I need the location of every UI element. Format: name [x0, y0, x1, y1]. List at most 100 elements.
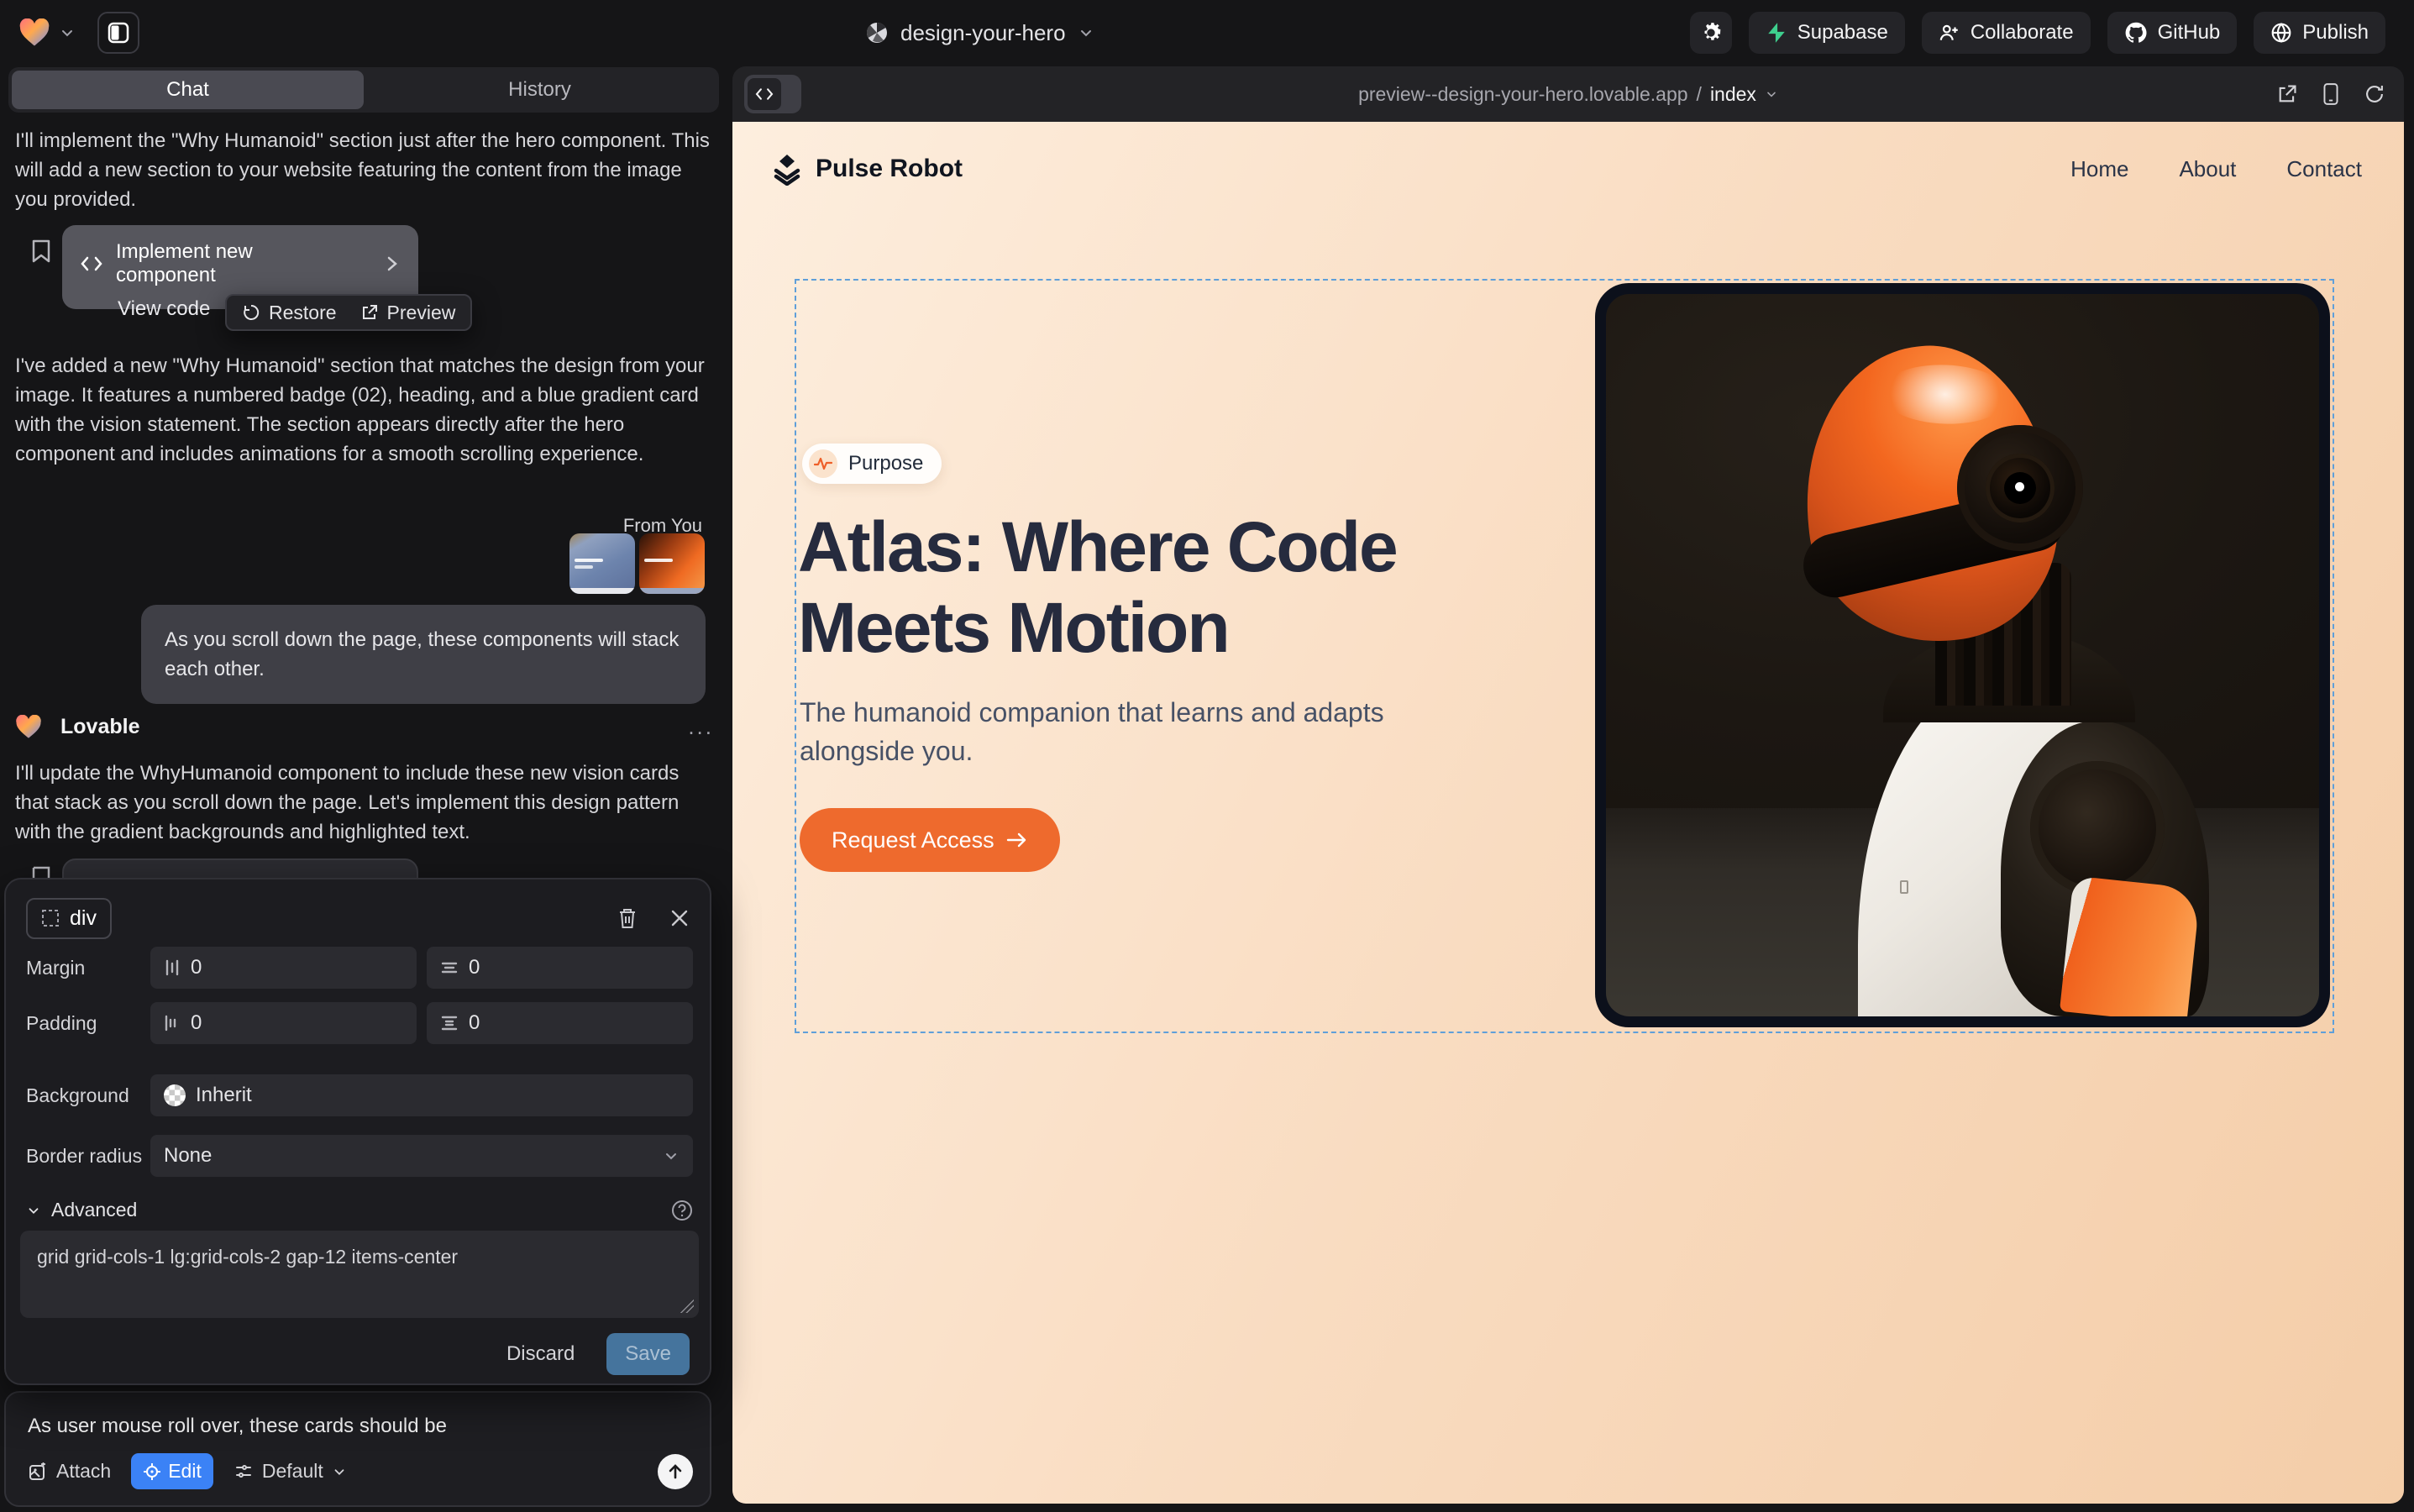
chevron-down-icon [332, 1464, 347, 1479]
sliders-icon [234, 1462, 254, 1482]
margin-horizontal-icon [164, 958, 181, 977]
collaborate-button[interactable]: Collaborate [1922, 12, 2091, 54]
save-button[interactable]: Save [606, 1333, 690, 1375]
selected-element-chip[interactable]: div [26, 898, 112, 939]
sidebar-toggle-button[interactable] [97, 12, 139, 54]
site-nav: Home About Contact [2070, 156, 2362, 182]
logo-chevron-down-icon[interactable] [59, 24, 76, 41]
preview-panel: preview--design-your-hero.lovable.app / … [732, 66, 2404, 1504]
nav-contact[interactable]: Contact [2286, 156, 2362, 182]
padding-vertical-icon [440, 1015, 459, 1032]
padding-horizontal-icon [164, 1014, 181, 1032]
chat-history-tabs: Chat History [8, 67, 719, 113]
pulse-icon [814, 456, 832, 471]
project-switcher[interactable]: design-your-hero [865, 0, 1094, 66]
tab-history[interactable]: History [364, 71, 716, 109]
user-message-bubble: As you scroll down the page, these compo… [141, 605, 706, 704]
hero-subtitle: The humanoid companion that learns and a… [800, 693, 1384, 770]
preview-url[interactable]: preview--design-your-hero.lovable.app / … [732, 66, 2404, 122]
refresh-icon[interactable] [2364, 83, 2385, 105]
help-icon[interactable] [671, 1200, 693, 1221]
border-radius-select[interactable]: None [150, 1135, 693, 1177]
resize-handle[interactable] [680, 1299, 694, 1313]
transparency-swatch-icon [164, 1084, 186, 1106]
discard-button[interactable]: Discard [506, 1342, 575, 1366]
publish-button[interactable]: Publish [2254, 12, 2385, 54]
lovable-heart-icon [15, 715, 42, 739]
edit-mode-button[interactable]: Edit [131, 1453, 213, 1489]
close-inspector-button[interactable] [669, 908, 690, 928]
layers-icon [770, 152, 804, 186]
tab-chat[interactable]: Chat [12, 71, 364, 109]
border-radius-label: Border radius [26, 1145, 150, 1168]
code-icon [81, 255, 102, 273]
hero-robot-image [1595, 283, 2330, 1027]
attachment-thumbnail-orange[interactable] [639, 533, 705, 594]
assistant-name: Lovable [60, 715, 139, 739]
chat-composer[interactable]: As user mouse roll over, these cards sho… [4, 1391, 711, 1507]
request-access-button[interactable]: Request Access [800, 808, 1060, 872]
margin-label: Margin [26, 957, 150, 979]
preview-toolbar: preview--design-your-hero.lovable.app / … [732, 66, 2404, 122]
padding-x-input[interactable]: 0 [150, 1002, 417, 1044]
background-input[interactable]: Inherit [150, 1074, 693, 1116]
attach-image-icon [28, 1462, 48, 1482]
nav-about[interactable]: About [2179, 156, 2236, 182]
preview-host: preview--design-your-hero.lovable.app [1358, 83, 1687, 106]
app-topbar: design-your-hero Supabase Collaborate Gi… [0, 0, 2414, 66]
advanced-collapse-chevron-icon[interactable] [26, 1203, 41, 1218]
github-button[interactable]: GitHub [2107, 12, 2238, 54]
delete-element-button[interactable] [617, 907, 638, 930]
collaborate-icon [1939, 22, 1960, 44]
nav-home[interactable]: Home [2070, 156, 2128, 182]
margin-vertical-icon [440, 959, 459, 976]
send-button[interactable] [658, 1454, 693, 1489]
settings-button[interactable] [1690, 12, 1732, 54]
model-mode-select[interactable]: Default [234, 1460, 347, 1483]
element-inspector-panel: div Margin 0 0 [4, 878, 711, 1385]
advanced-classes-textarea[interactable]: grid grid-cols-1 lg:grid-cols-2 gap-12 i… [20, 1231, 699, 1318]
hero-heading: Atlas: Where Code Meets Motion [798, 507, 1397, 668]
external-link-icon [360, 303, 379, 322]
chevron-down-icon [663, 1147, 680, 1164]
github-icon [2124, 21, 2148, 45]
padding-label: Padding [26, 1012, 150, 1035]
target-icon [143, 1462, 161, 1481]
attach-button[interactable]: Attach [28, 1460, 111, 1483]
margin-y-input[interactable]: 0 [427, 947, 693, 989]
arrow-right-icon [1006, 831, 1028, 849]
restore-button[interactable]: Restore [242, 302, 337, 324]
preview-button[interactable]: Preview [360, 302, 456, 324]
restore-icon [242, 303, 260, 322]
margin-x-input[interactable]: 0 [150, 947, 417, 989]
advanced-label: Advanced [51, 1199, 137, 1221]
badge-label: Purpose [848, 452, 923, 475]
assistant-header: Lovable ... [15, 714, 714, 740]
chevron-right-icon [385, 255, 400, 273]
background-label: Background [26, 1084, 150, 1107]
element-tag: div [70, 906, 97, 931]
mobile-view-icon[interactable] [2322, 82, 2340, 106]
preview-page: index [1710, 83, 1756, 106]
supabase-icon [1766, 22, 1787, 44]
assistant-message: I've added a new "Why Humanoid" section … [15, 351, 714, 469]
site-brand[interactable]: Pulse Robot [770, 152, 963, 186]
padding-y-input[interactable]: 0 [427, 1002, 693, 1044]
globe-icon [2270, 22, 2292, 44]
open-in-new-tab-icon[interactable] [2276, 83, 2298, 105]
bookmark-icon[interactable] [30, 239, 52, 264]
project-chevron-down-icon [1078, 24, 1094, 41]
assistant-message: I'll update the WhyHumanoid component to… [15, 759, 714, 847]
lovable-logo-icon[interactable] [18, 18, 50, 47]
arrow-up-icon [666, 1462, 685, 1481]
component-card-title: Implement new component [116, 240, 358, 287]
composer-input[interactable]: As user mouse roll over, these cards sho… [28, 1415, 688, 1438]
dashed-box-icon [41, 909, 60, 927]
project-name: design-your-hero [900, 20, 1066, 46]
message-more-button[interactable]: ... [688, 714, 714, 740]
attachment-thumbnail-blue[interactable] [569, 533, 635, 594]
supabase-button[interactable]: Supabase [1749, 12, 1905, 54]
url-chevron-down-icon [1765, 87, 1778, 101]
lovable-app-window: design-your-hero Supabase Collaborate Gi… [0, 0, 2414, 1512]
preview-website: Pulse Robot Home About Contact Purpose A… [732, 122, 2404, 1504]
